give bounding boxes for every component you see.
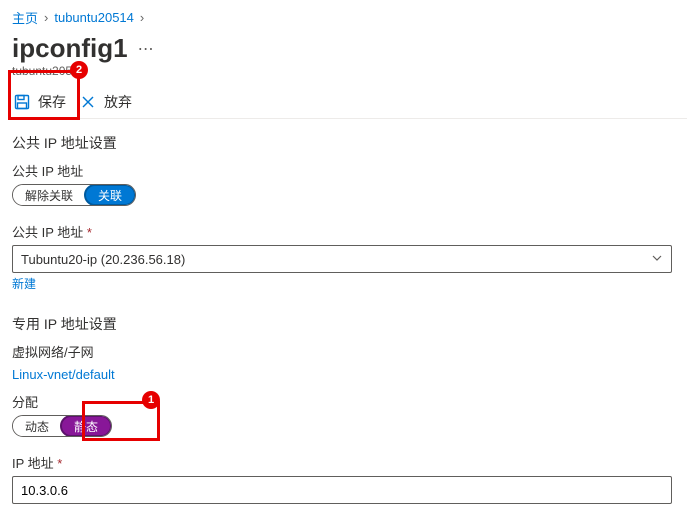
- breadcrumb-home[interactable]: 主页: [12, 8, 38, 27]
- public-ip-select[interactable]: Tubuntu20-ip (20.236.56.18): [12, 245, 672, 273]
- pill-disassociate[interactable]: 解除关联: [13, 185, 85, 205]
- vnet-link[interactable]: Linux-vnet/default: [12, 367, 115, 382]
- public-ip-association-toggle[interactable]: 解除关联 关联: [12, 184, 136, 206]
- required-star: *: [57, 456, 62, 471]
- title-row: ipconfig1 ⋯: [12, 33, 687, 64]
- public-ip-selected-value: Tubuntu20-ip (20.236.56.18): [21, 252, 185, 267]
- breadcrumb-parent[interactable]: tubuntu20514: [54, 10, 134, 25]
- page-subtitle: tubuntu20514: [12, 64, 687, 78]
- breadcrumb: 主页 › tubuntu20514 ›: [12, 8, 687, 27]
- discard-button[interactable]: 放弃: [78, 92, 132, 112]
- callout-number-1: 1: [142, 391, 160, 409]
- ip-address-input[interactable]: [12, 476, 672, 504]
- required-star: *: [87, 225, 92, 240]
- discard-label: 放弃: [104, 92, 132, 112]
- page-title: ipconfig1: [12, 33, 128, 64]
- public-ip-section-title: 公共 IP 地址设置: [12, 133, 687, 153]
- private-ip-section-title: 专用 IP 地址设置: [12, 314, 687, 334]
- chevron-right-icon: ›: [140, 10, 144, 25]
- new-public-ip-link[interactable]: 新建: [12, 275, 36, 292]
- chevron-right-icon: ›: [44, 10, 48, 25]
- callout-number-2: 2: [70, 61, 88, 79]
- command-bar: 2 保存 放弃: [12, 86, 687, 119]
- pill-dynamic[interactable]: 动态: [13, 416, 61, 436]
- close-icon: [78, 92, 98, 112]
- vnet-label: 虚拟网络/子网: [12, 342, 687, 361]
- public-ip-select-label: 公共 IP 地址 *: [12, 222, 687, 241]
- public-ip-toggle-label: 公共 IP 地址: [12, 161, 687, 180]
- chevron-down-icon: [651, 252, 663, 267]
- callout-box-save: [8, 70, 80, 120]
- more-icon[interactable]: ⋯: [138, 39, 154, 59]
- pill-associate[interactable]: 关联: [84, 184, 136, 206]
- ip-address-label: IP 地址 *: [12, 453, 687, 472]
